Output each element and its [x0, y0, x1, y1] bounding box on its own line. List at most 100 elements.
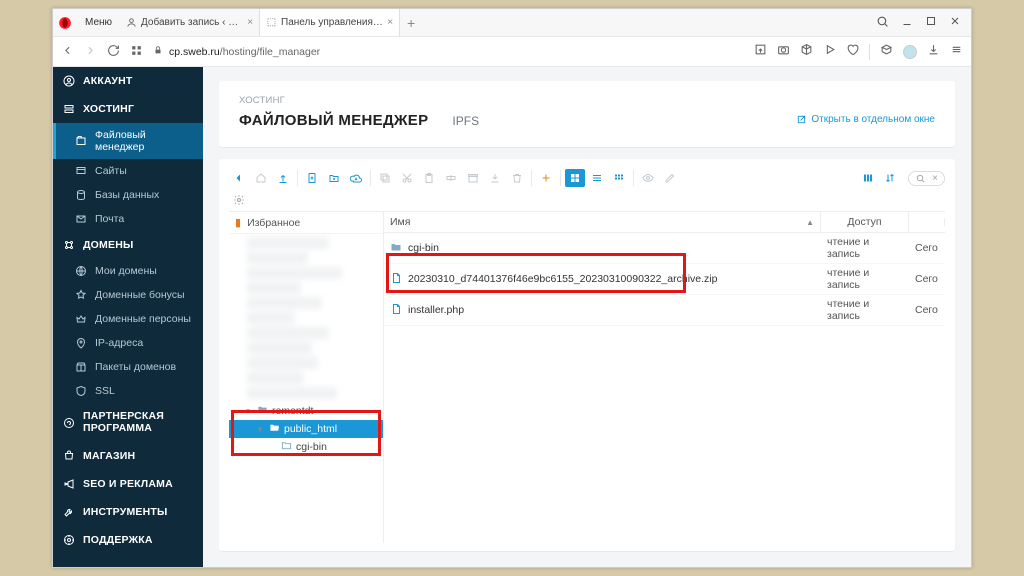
new-tab-button[interactable]: +: [400, 9, 422, 36]
sidebar-cat-shop[interactable]: МАГАЗИН: [53, 442, 203, 470]
sidebar-item-sites[interactable]: Сайты: [53, 159, 203, 183]
file-icon: [390, 303, 402, 318]
browser-menu-button[interactable]: Меню: [77, 9, 120, 36]
eye-icon[interactable]: [638, 169, 658, 187]
camera-icon[interactable]: [777, 43, 790, 61]
delete-icon[interactable]: [507, 169, 527, 187]
flag-icon: ▮: [235, 216, 241, 229]
open-external-link[interactable]: Открыть в отдельном окне: [796, 114, 935, 125]
tree-node-cgibin[interactable]: cgi-bin: [229, 438, 383, 456]
sidebar-item-mail[interactable]: Почта: [53, 207, 203, 231]
archive-icon[interactable]: [463, 169, 483, 187]
search-icon[interactable]: [876, 15, 889, 31]
folder-tree: ▮Избранное ▾remontdt ▾public_html cgi-bi…: [229, 212, 384, 543]
person-icon: [126, 17, 137, 28]
search-icon: [915, 173, 926, 184]
view-list-icon[interactable]: [587, 169, 607, 187]
cube-icon[interactable]: [800, 43, 813, 61]
tab-ipfs[interactable]: IPFS: [452, 114, 479, 128]
upload-icon[interactable]: [273, 169, 293, 187]
reload-icon[interactable]: [107, 44, 120, 60]
folder-icon: [390, 241, 402, 256]
file-row[interactable]: cgi-bin чтение и запись Сего: [384, 233, 945, 264]
close-icon[interactable]: [949, 15, 961, 30]
folder-icon: [281, 440, 292, 454]
sidebar-cat-hosting[interactable]: ХОСТИНГ: [53, 95, 203, 123]
sidebar-cat-partner[interactable]: ПАРТНЕРСКАЯ ПРОГРАММА: [53, 403, 203, 442]
sort-icon[interactable]: [880, 169, 900, 187]
sidebar-item-my-domains[interactable]: Мои домены: [53, 259, 203, 283]
close-tab-icon[interactable]: ×: [247, 17, 253, 28]
folder-open-icon: [269, 422, 280, 436]
new-file-icon[interactable]: [302, 169, 322, 187]
settings-gear[interactable]: [229, 193, 945, 211]
main-area: ХОСТИНГ ФАЙЛОВЫЙ МЕНЕДЖЕР IPFS Открыть в…: [203, 67, 971, 567]
browser-tab-1[interactable]: ⬚ Панель управления VH ×: [260, 9, 400, 36]
page-title: ФАЙЛОВЫЙ МЕНЕДЖЕР: [239, 112, 428, 129]
file-list-header: Имя▲ Доступ: [384, 212, 945, 233]
forward-icon[interactable]: [84, 44, 97, 60]
cut-icon[interactable]: [397, 169, 417, 187]
sidebar-item-ssl[interactable]: SSL: [53, 379, 203, 403]
play-icon[interactable]: [823, 43, 836, 61]
box-icon[interactable]: [880, 43, 893, 61]
sidebar-item-domain-persons[interactable]: Доменные персоны: [53, 307, 203, 331]
file-manager-card: × ▮Избранное ▾remontdt: [219, 159, 955, 551]
favorites-header[interactable]: ▮Избранное: [229, 212, 383, 234]
sidebar-cat-domains[interactable]: ДОМЕНЫ: [53, 231, 203, 259]
sidebar-item-databases[interactable]: Базы данных: [53, 183, 203, 207]
kebab-icon[interactable]: [950, 43, 963, 61]
sidebar: АККАУНТ ХОСТИНГ Файловый менеджер Сайты …: [53, 67, 203, 567]
copy-icon[interactable]: [375, 169, 395, 187]
file-row[interactable]: installer.php чтение и запись Сего: [384, 295, 945, 326]
rename-icon[interactable]: [441, 169, 461, 187]
url-field[interactable]: cp.sweb.ru/hosting/file_manager: [153, 45, 744, 58]
share-icon[interactable]: [754, 43, 767, 61]
opera-logo: [53, 9, 77, 36]
paste-icon[interactable]: [419, 169, 439, 187]
col-access[interactable]: Доступ: [821, 212, 909, 232]
close-tab-icon[interactable]: ×: [387, 17, 393, 28]
star-new-icon[interactable]: [536, 169, 556, 187]
fm-toolbar: ×: [229, 167, 945, 193]
maximize-icon[interactable]: [925, 15, 937, 30]
edit-icon[interactable]: [660, 169, 680, 187]
folder-icon: [257, 404, 268, 418]
heart-icon[interactable]: [846, 43, 859, 61]
cloud-download-icon[interactable]: [346, 169, 366, 187]
sidebar-item-file-manager[interactable]: Файловый менеджер: [53, 123, 203, 159]
tree-node-remontdt[interactable]: ▾remontdt: [229, 402, 383, 420]
blurred-tree: [229, 237, 383, 399]
sidebar-cat-seo[interactable]: SEO И РЕКЛАМА: [53, 470, 203, 498]
view-compact-icon[interactable]: [609, 169, 629, 187]
browser-tab-0[interactable]: Добавить запись ‹ Админ… ×: [120, 9, 260, 36]
new-folder-icon[interactable]: [324, 169, 344, 187]
sidebar-item-domain-packages[interactable]: Пакеты доменов: [53, 355, 203, 379]
back-icon[interactable]: [61, 44, 74, 60]
back-arrow-icon[interactable]: [229, 169, 249, 187]
minimize-icon[interactable]: [901, 15, 913, 30]
download-icon[interactable]: [927, 43, 940, 61]
sidebar-item-domain-bonuses[interactable]: Доменные бонусы: [53, 283, 203, 307]
col-name[interactable]: Имя▲: [384, 212, 821, 232]
sort-asc-icon: ▲: [806, 218, 814, 227]
file-row[interactable]: 20230310_d74401376f46e9bc6155_2023031009…: [384, 264, 945, 295]
titlebar: Меню Добавить запись ‹ Админ… × ⬚ Панель…: [53, 9, 971, 37]
sidebar-cat-support[interactable]: ПОДДЕРЖКА: [53, 526, 203, 554]
toolbar-search[interactable]: ×: [908, 171, 945, 186]
tree-node-public-html[interactable]: ▾public_html: [229, 420, 383, 438]
columns-icon[interactable]: [858, 169, 878, 187]
lock-icon: [153, 45, 163, 58]
apps-icon[interactable]: [130, 44, 143, 60]
sweb-favicon: ⬚: [266, 17, 277, 28]
view-grid-icon[interactable]: [565, 169, 585, 187]
download-file-icon[interactable]: [485, 169, 505, 187]
file-icon: [390, 272, 402, 287]
sidebar-item-ip[interactable]: IP-адреса: [53, 331, 203, 355]
profile-avatar[interactable]: [903, 45, 917, 59]
col-date[interactable]: [909, 218, 945, 226]
home-icon[interactable]: [251, 169, 271, 187]
address-bar: cp.sweb.ru/hosting/file_manager: [53, 37, 971, 67]
sidebar-cat-account[interactable]: АККАУНТ: [53, 67, 203, 95]
sidebar-cat-tools[interactable]: ИНСТРУМЕНТЫ: [53, 498, 203, 526]
